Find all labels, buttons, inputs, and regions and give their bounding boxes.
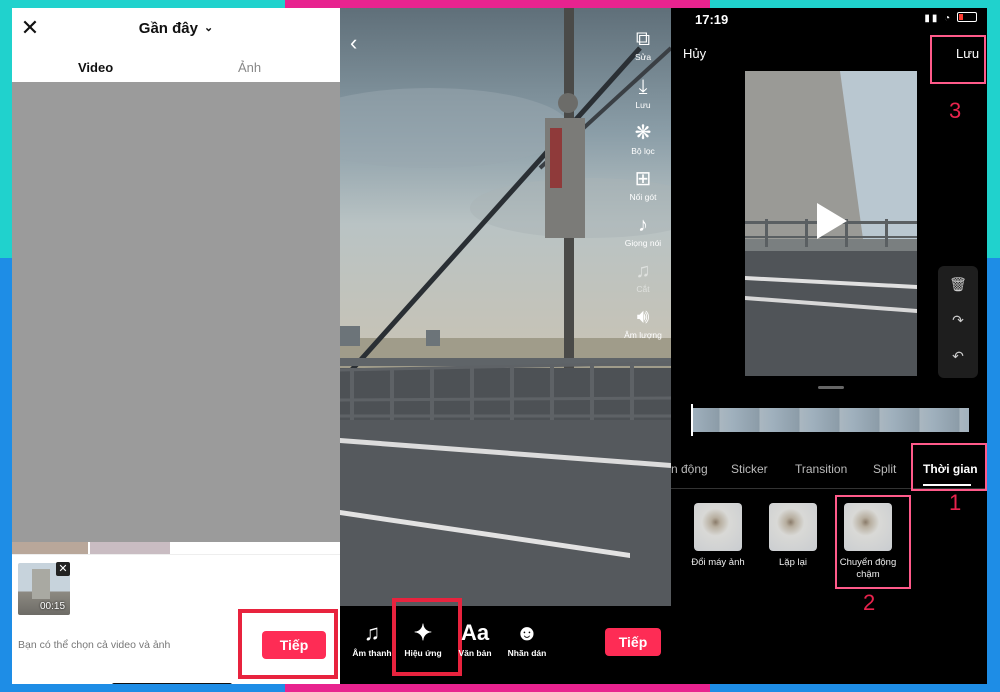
battery-icon xyxy=(957,12,977,22)
sound-button[interactable]: ♫ Âm thanh xyxy=(347,620,397,658)
effects-button[interactable]: ✦ Hiệu ứng xyxy=(398,620,448,658)
tool-edit[interactable]: ⧉ Sửa xyxy=(615,28,671,62)
timeline-strip[interactable] xyxy=(693,408,969,432)
remove-clip-icon[interactable]: ✕ xyxy=(56,562,70,576)
picker-tabs: Video Ảnh xyxy=(12,60,340,82)
effect-label: Chuyển động chậm xyxy=(839,557,897,580)
timeline-playhead[interactable] xyxy=(691,404,693,436)
tab-sticker[interactable]: Sticker xyxy=(731,462,768,476)
delete-icon[interactable]: 🗑︎ xyxy=(938,276,978,293)
text-icon: Aa xyxy=(460,620,490,645)
effect-thumbnail xyxy=(694,503,742,551)
effect-label: Lặp lại xyxy=(779,557,807,568)
editor-bottom-bar: ♫ Âm thanh ✦ Hiệu ứng Aa Văn bản ☻ Nhãn dán … xyxy=(340,598,671,684)
picker-header: ✕ Gần đây ⌄ xyxy=(12,8,340,52)
media-picker-screen: ✕ Gần đây ⌄ Video Ảnh ✕ 00:15 Bạn có thể … xyxy=(12,8,340,684)
video-editor-screen: ‹ ⧉ Sửa ⤓ Lưu ❋ Bộ lọc ⊞ Nối gót ♪ Giọng nói … xyxy=(340,8,671,684)
save-button[interactable]: Lưu xyxy=(956,46,979,61)
tab-visual[interactable]: n động xyxy=(671,462,708,476)
music-icon: ♫ xyxy=(363,620,381,645)
effect-repeat[interactable]: Lặp lại xyxy=(763,503,823,569)
album-title: Gần đây xyxy=(138,20,198,37)
highlight-box-time-tab xyxy=(911,443,987,491)
redo-icon[interactable]: ↷ xyxy=(938,312,978,329)
selection-hint: Bạn có thể chọn cả video và ảnh xyxy=(18,639,171,651)
effect-slow-motion[interactable]: Chuyển động chậm xyxy=(838,503,898,581)
edit-actions-panel: 🗑︎ ↷ ↶ xyxy=(938,266,978,378)
sticker-icon: ☻ xyxy=(515,620,539,645)
signal-icon: ▮▮ xyxy=(924,13,940,24)
effect-thumbnail xyxy=(769,503,817,551)
media-grid-placeholder xyxy=(12,82,340,542)
time-effects-screen: 17:19 ▮▮ ◔ Hủy Lưu 3 🗑︎ ↷ ↶ n động Stick… xyxy=(671,8,987,684)
back-icon[interactable]: ‹ xyxy=(350,30,357,56)
tool-save[interactable]: ⤓ Lưu xyxy=(615,76,671,110)
tab-split[interactable]: Split xyxy=(873,462,896,476)
step-number-1: 1 xyxy=(949,490,962,515)
clip-duration: 00:15 xyxy=(40,601,66,612)
effects-icon: ✦ xyxy=(413,620,433,645)
text-button[interactable]: Aa Văn bản xyxy=(450,620,500,658)
status-time: 17:19 xyxy=(695,12,729,27)
home-indicator xyxy=(112,683,232,684)
tool-volume[interactable]: 🔊︎ Âm lượng xyxy=(615,306,671,340)
wifi-icon: ◔ xyxy=(944,13,953,24)
status-icons: ▮▮ ◔ xyxy=(924,12,977,24)
undo-icon[interactable]: ↶ xyxy=(938,348,978,365)
album-dropdown[interactable]: Gần đây ⌄ xyxy=(12,20,340,37)
sticker-button[interactable]: ☻ Nhãn dán xyxy=(502,620,552,658)
voice-icon: ♪ xyxy=(638,214,648,236)
selection-tray: ✕ 00:15 Bạn có thể chọn cả video và ảnh … xyxy=(12,554,340,684)
drag-handle[interactable] xyxy=(818,386,844,389)
tab-video[interactable]: Video xyxy=(78,60,113,75)
tool-trim[interactable]: ♫ Cắt xyxy=(615,260,671,294)
edit-icon: ⧉ xyxy=(635,28,651,50)
step-number-2: 2 xyxy=(863,590,876,615)
effect-reverse[interactable]: Đổi máy ảnh xyxy=(688,503,748,569)
video-preview[interactable] xyxy=(745,71,917,376)
tool-filter[interactable]: ❋ Bộ lọc xyxy=(615,122,671,156)
tool-voice[interactable]: ♪ Giọng nói xyxy=(615,214,671,248)
download-icon: ⤓ xyxy=(638,76,648,98)
filter-icon: ❋ xyxy=(634,122,652,144)
cancel-button[interactable]: Hủy xyxy=(683,46,706,61)
tool-stitch[interactable]: ⊞ Nối gót xyxy=(615,168,671,202)
media-grid-peek xyxy=(12,542,340,554)
tab-transition[interactable]: Transition xyxy=(795,462,847,476)
volume-icon: 🔊︎ xyxy=(636,306,650,328)
chevron-down-icon: ⌄ xyxy=(203,22,214,34)
play-icon[interactable] xyxy=(817,203,847,239)
trim-icon: ♫ xyxy=(635,260,651,282)
next-button[interactable]: Tiếp xyxy=(605,628,661,656)
step-number-3: 3 xyxy=(949,98,962,123)
next-button[interactable]: Tiếp xyxy=(262,631,326,659)
stitch-icon: ⊞ xyxy=(634,168,652,190)
tab-photo[interactable]: Ảnh xyxy=(238,60,261,75)
effect-label: Đổi máy ảnh xyxy=(691,557,745,568)
effect-thumbnail xyxy=(844,503,892,551)
